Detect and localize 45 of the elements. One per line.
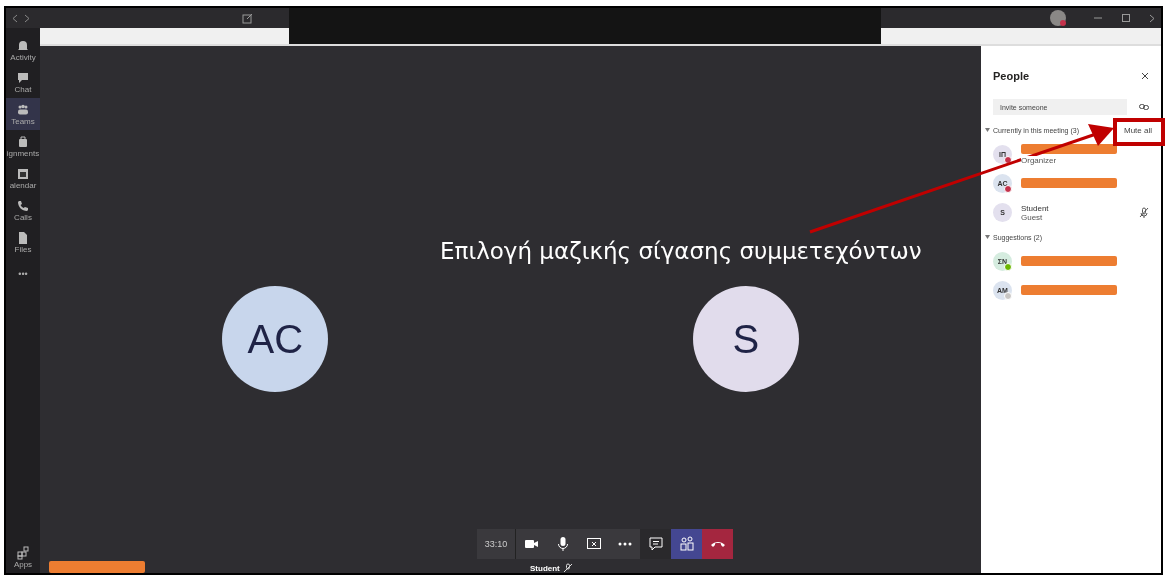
member-role: Guest xyxy=(1021,212,1043,222)
rail-item[interactable]: Activity xyxy=(6,34,40,66)
compose-icon[interactable] xyxy=(242,12,253,24)
apps-icon xyxy=(16,545,30,560)
participant-name: Student xyxy=(530,563,560,573)
mute-all-button[interactable]: Mute all xyxy=(1121,123,1155,137)
backpack-icon xyxy=(16,134,30,149)
member-name: Student xyxy=(1021,203,1050,213)
member-role: Organizer xyxy=(1021,156,1057,165)
panel-title: People xyxy=(993,70,1030,82)
rail-item[interactable]: Calls xyxy=(6,194,40,226)
forward-icon[interactable] xyxy=(24,13,30,23)
forward-icon[interactable] xyxy=(1149,13,1155,23)
bell-icon xyxy=(16,38,30,53)
people-icon xyxy=(677,535,696,553)
chat-button[interactable] xyxy=(640,529,671,559)
avatar-icon[interactable] xyxy=(1049,9,1067,27)
rail-item[interactable]: Chat xyxy=(6,66,40,98)
annotation-text: Επιλογή μαζικής σίγασης συμμετεχόντων xyxy=(440,238,922,264)
calendar-icon xyxy=(16,166,30,181)
back-icon[interactable] xyxy=(12,13,18,23)
phone-icon xyxy=(16,198,30,213)
highlight-rectangle xyxy=(1113,118,1165,146)
close-icon[interactable] xyxy=(1141,72,1149,80)
rail-item[interactable]: ignments xyxy=(6,130,40,162)
file-icon xyxy=(16,230,30,245)
rail-item[interactable]: alendar xyxy=(6,162,40,194)
people-icon xyxy=(16,102,30,117)
muted-microphone-icon xyxy=(562,563,573,573)
people-button[interactable] xyxy=(671,529,702,559)
caret-icon[interactable] xyxy=(985,235,990,239)
rail-item[interactable]: Apps xyxy=(6,541,40,573)
rail-item[interactable]: Files xyxy=(6,226,40,258)
chat-icon xyxy=(646,535,665,553)
more-icon xyxy=(617,542,632,546)
hang-up-icon xyxy=(710,541,725,547)
maximize-icon[interactable] xyxy=(1121,13,1131,23)
hang-up-button[interactable] xyxy=(702,529,733,559)
chat-icon xyxy=(16,70,30,85)
link-icon[interactable] xyxy=(1139,103,1149,111)
participant-avatar: AC xyxy=(222,286,329,392)
rail-item[interactable]: Teams xyxy=(6,98,40,130)
rail-item[interactable]: ••• xyxy=(6,258,40,290)
participant-avatar: S xyxy=(692,286,799,392)
caret-icon[interactable] xyxy=(985,128,990,132)
